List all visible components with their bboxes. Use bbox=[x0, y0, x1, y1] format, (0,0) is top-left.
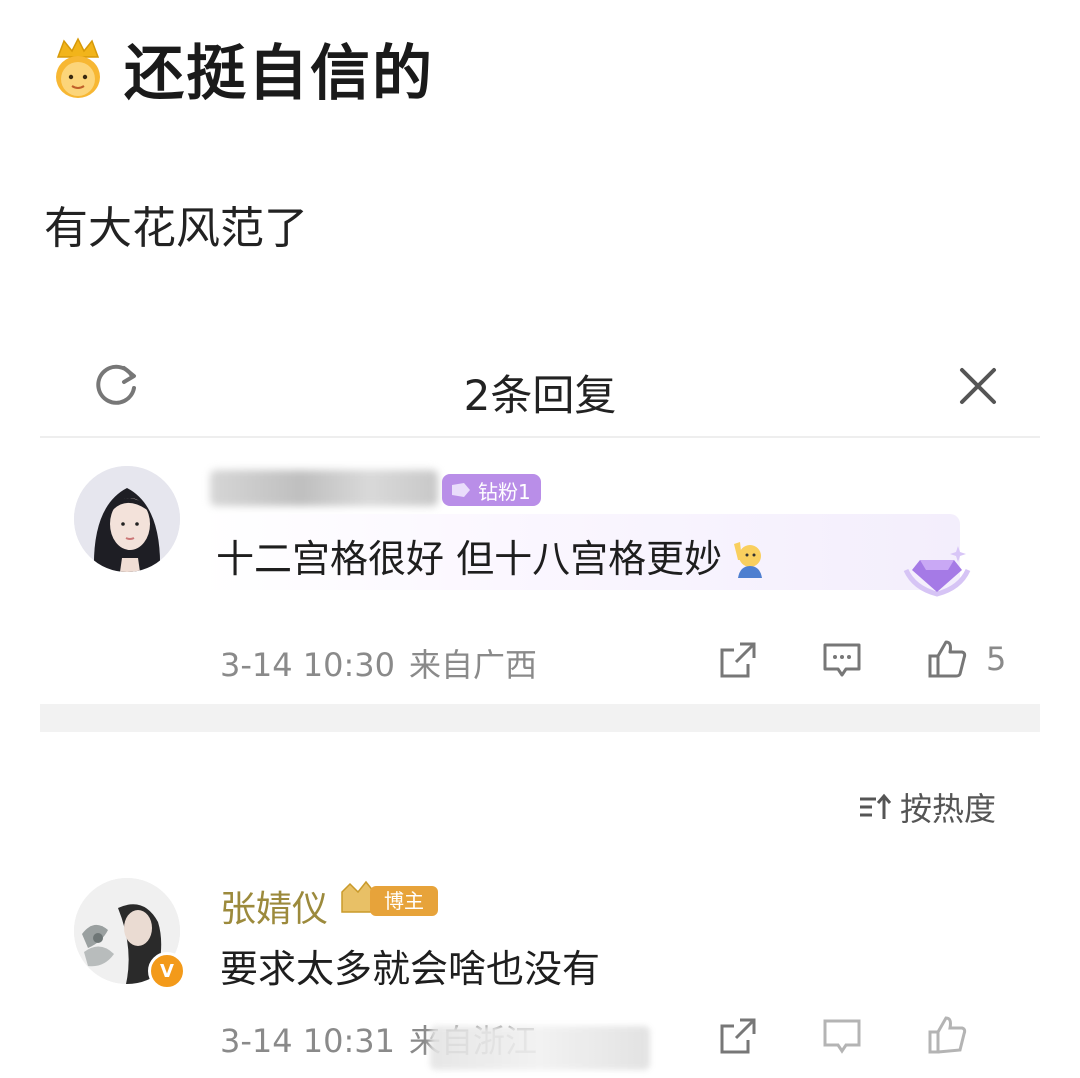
share-icon[interactable] bbox=[718, 1016, 758, 1056]
reply-time: 3-14 10:30 bbox=[220, 646, 396, 684]
close-icon[interactable] bbox=[950, 358, 1006, 414]
like-count: 5 bbox=[986, 640, 1007, 678]
like-icon[interactable] bbox=[926, 638, 968, 680]
share-icon[interactable] bbox=[718, 640, 758, 680]
reply-panel-title: 2条回复 bbox=[463, 371, 617, 420]
avatar[interactable] bbox=[74, 466, 180, 572]
fan-badge-label: 钻粉1 bbox=[478, 479, 531, 504]
post-title: 还挺自信的 bbox=[48, 28, 434, 109]
avatar-portrait-icon bbox=[74, 466, 180, 572]
sort-icon bbox=[860, 793, 892, 819]
like-icon[interactable] bbox=[926, 1014, 968, 1056]
panel-divider bbox=[40, 436, 1040, 438]
blogger-name[interactable]: 张婧仪 bbox=[220, 880, 328, 932]
post-title-text: 还挺自信的 bbox=[124, 38, 434, 109]
reply-location: 来自广西 bbox=[409, 646, 538, 684]
sort-label: 按热度 bbox=[900, 790, 997, 828]
raising-hand-emoji-icon bbox=[734, 542, 763, 578]
comment-icon[interactable] bbox=[822, 1016, 862, 1056]
blogger-badge-label: 博主 bbox=[384, 889, 424, 913]
princess-emoji-icon bbox=[56, 37, 100, 98]
tag-icon bbox=[452, 483, 470, 497]
blogger-comment-text: 要求太多就会啥也没有 bbox=[220, 947, 601, 991]
blogger-crown-badge: 博主 bbox=[341, 880, 438, 916]
post-body-text: 有大花风范了 bbox=[44, 203, 308, 254]
blogger-comment-time: 3-14 10:31 bbox=[220, 1022, 396, 1060]
reply-text: 十二宫格很好 但十八宫格更妙 bbox=[216, 528, 768, 583]
section-divider bbox=[40, 704, 1040, 732]
diamond-badge-icon bbox=[903, 546, 971, 597]
fan-level-badge: 钻粉1 bbox=[442, 474, 541, 506]
reply-panel-header: 2条回复 bbox=[40, 340, 1040, 436]
verified-badge-icon: V bbox=[148, 952, 186, 990]
username-blurred bbox=[210, 470, 438, 506]
reply-meta: 3-14 10:30 来自广西 bbox=[220, 640, 537, 686]
sort-by-heat-button[interactable]: 按热度 bbox=[858, 784, 996, 830]
comment-icon[interactable] bbox=[822, 640, 862, 680]
watermark bbox=[430, 1026, 650, 1070]
reply-text-content: 十二宫格很好 但十八宫格更妙 bbox=[216, 537, 723, 581]
